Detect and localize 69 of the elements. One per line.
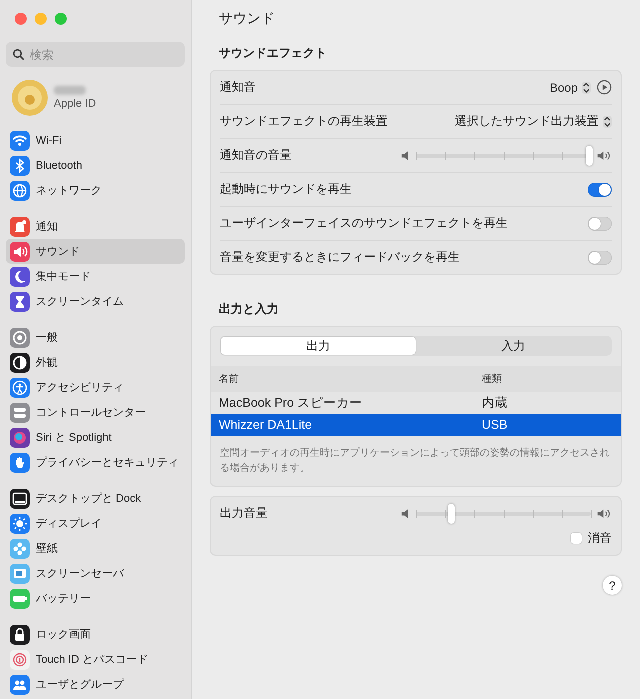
zoom-button[interactable] <box>55 13 67 25</box>
sidebar-item[interactable]: Siri と Spotlight <box>6 425 185 450</box>
mute-checkbox[interactable] <box>571 533 582 544</box>
sidebar-item[interactable]: サウンド <box>6 239 185 264</box>
search-icon <box>13 49 25 61</box>
volume-slider[interactable] <box>416 146 591 166</box>
minimize-button[interactable] <box>35 13 47 25</box>
sidebar-item[interactable]: Touch ID とパスコード <box>6 647 185 672</box>
sidebar-item[interactable]: スクリーンセーバ <box>6 561 185 586</box>
setting-label: 通知音 <box>220 79 256 96</box>
chevron-updown-icon <box>603 116 612 128</box>
toggle-switch[interactable] <box>588 216 612 230</box>
checkbox-label: 消音 <box>588 530 612 547</box>
column-header[interactable]: 種類 <box>482 372 502 386</box>
device-name: MacBook Pro スピーカー <box>219 394 364 412</box>
sidebar-item[interactable]: Wi-Fi <box>6 128 185 153</box>
setting-label: 音量を変更するときにフィードバックを再生 <box>220 249 460 266</box>
setting-label: 通知音の音量 <box>220 147 292 164</box>
account-subtitle: Apple ID <box>54 98 96 110</box>
sidebar-item[interactable]: スクリーンタイム <box>6 289 185 314</box>
device-name: Whizzer DA1Lite <box>219 418 314 432</box>
device-type: 内蔵 <box>482 394 508 412</box>
sidebar-item[interactable]: ユーザとグループ <box>6 672 185 697</box>
sidebar-item[interactable]: 一般 <box>6 325 185 350</box>
sidebar-item[interactable]: ネットワーク <box>6 178 185 203</box>
speaker-low-icon <box>401 508 410 518</box>
table-row[interactable]: MacBook Pro スピーカー 内蔵 <box>211 392 621 414</box>
sidebar-item[interactable]: 壁紙 <box>6 536 185 561</box>
section-heading: サウンドエフェクト <box>219 45 328 62</box>
chevron-updown-icon <box>582 82 591 94</box>
speaker-low-icon <box>401 150 410 160</box>
toggle-switch[interactable] <box>588 250 612 264</box>
info-note: 空間オーディオの再生時にアプリケーションによって頭部の姿勢の情報にアクセスされる場合があります。 <box>219 446 611 476</box>
table-row[interactable]: Whizzer DA1Lite USB <box>211 414 621 436</box>
sidebar-item[interactable]: ディスプレイ <box>6 511 185 536</box>
setting-label: サウンドエフェクトの再生装置 <box>220 113 388 130</box>
sidebar-item[interactable]: ロック画面 <box>6 622 185 647</box>
slider-thumb[interactable] <box>586 146 594 166</box>
page-title: サウンド <box>219 10 276 28</box>
slider-thumb[interactable] <box>448 504 455 524</box>
device-type: USB <box>482 418 508 432</box>
tab[interactable]: 出力 <box>221 337 416 355</box>
volume-slider[interactable] <box>416 504 591 524</box>
sidebar-item[interactable]: 集中モード <box>6 264 185 289</box>
speaker-high-icon <box>597 150 612 160</box>
speaker-high-icon <box>597 508 612 518</box>
sidebar-item[interactable]: プライバシーとセキュリティ <box>6 450 185 475</box>
popup-button[interactable]: 選択したサウンド出力装置 <box>455 111 612 132</box>
sidebar-item[interactable]: 外観 <box>6 350 185 375</box>
sidebar-item[interactable]: コントロールセンター <box>6 400 185 425</box>
sidebar-item[interactable]: アクセシビリティ <box>6 375 185 400</box>
toggle-switch[interactable] <box>588 182 612 196</box>
blurred-name <box>54 86 86 95</box>
play-button[interactable] <box>597 80 612 95</box>
sidebar-item[interactable]: Bluetooth <box>6 153 185 178</box>
avatar[interactable] <box>12 80 48 116</box>
column-header[interactable]: 名前 <box>219 372 482 386</box>
sidebar-item[interactable]: バッテリー <box>6 586 185 611</box>
setting-label: ユーザインターフェイスのサウンドエフェクトを再生 <box>220 215 508 232</box>
sidebar-item[interactable]: 通知 <box>6 214 185 239</box>
tab[interactable]: 入力 <box>416 337 611 355</box>
close-button[interactable] <box>15 13 27 25</box>
setting-label: 起動時にサウンドを再生 <box>220 181 352 198</box>
section-heading: 出力と入力 <box>219 301 280 318</box>
search-field[interactable]: 検索 <box>6 42 185 67</box>
help-button[interactable]: ? <box>603 576 622 595</box>
sidebar-item[interactable]: デスクトップと Dock <box>6 486 185 511</box>
setting-label: 出力音量 <box>220 505 268 522</box>
popup-button[interactable]: Boop <box>550 78 591 96</box>
